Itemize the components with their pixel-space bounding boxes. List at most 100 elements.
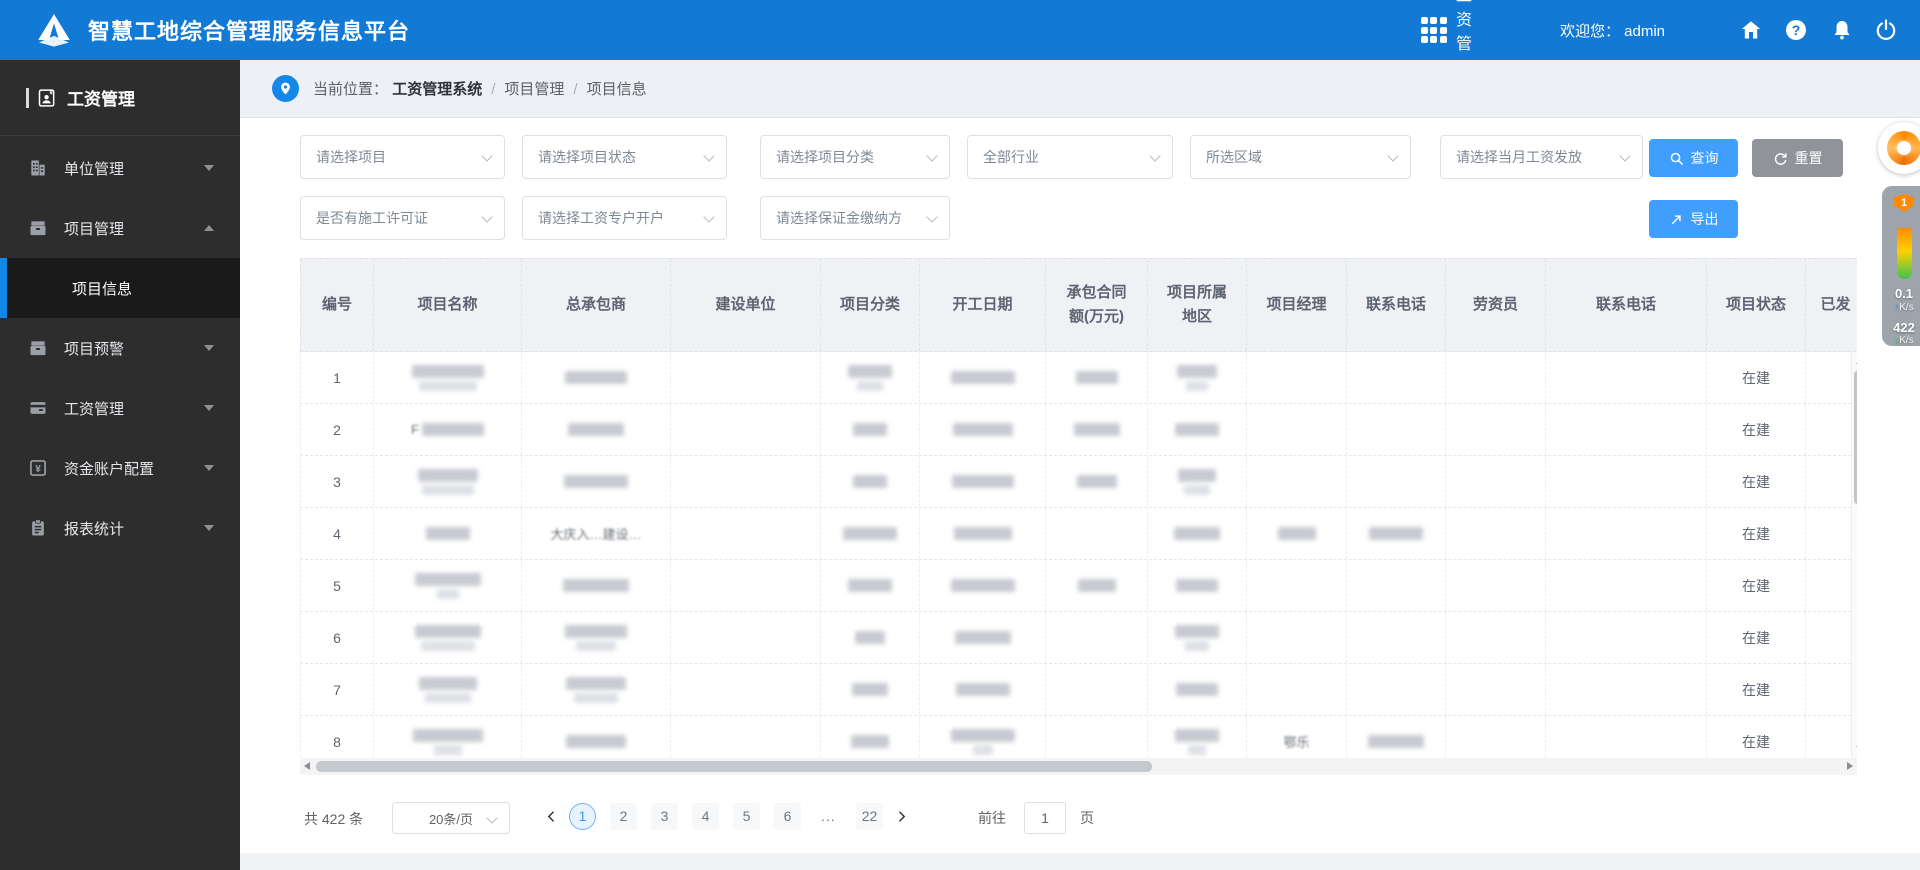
cell-contractor (522, 716, 671, 758)
cell-amount (1046, 508, 1148, 559)
sidebar-item-fund-account-config[interactable]: ¥ 资金账户配置 (0, 438, 240, 498)
chevron-down-icon (1619, 150, 1631, 162)
page-size-select[interactable]: 20条/页 (392, 802, 510, 834)
chevron-down-icon (1387, 150, 1399, 162)
export-button[interactable]: 导出 (1649, 200, 1738, 238)
search-button[interactable]: 查询 (1649, 139, 1738, 177)
page-button-6[interactable]: 6 (774, 802, 801, 830)
report-icon (28, 518, 48, 538)
cell-num: 2 (300, 404, 374, 455)
table-row[interactable]: 4 大庆入…建设… 在建 (300, 508, 1857, 560)
building-icon (28, 158, 48, 178)
vertical-scrollbar-thumb[interactable] (1854, 370, 1857, 505)
filter-select-construction-permit[interactable]: 是否有施工许可证 (300, 196, 505, 240)
page-button-3[interactable]: 3 (651, 802, 678, 830)
scroll-down-arrow-icon[interactable] (1855, 746, 1857, 752)
cell-manager (1247, 560, 1347, 611)
cell-name (374, 456, 522, 507)
table-header-row: 编号 项目名称 总承包商 建设单位 项目分类 开工日期 承包合同 额(万元) 项目所属 地区项… (300, 258, 1857, 352)
column-header-num: 编号 (300, 259, 374, 351)
scroll-right-arrow-icon[interactable] (1847, 762, 1853, 770)
chevron-down-icon (204, 525, 214, 531)
column-header-labor_officer: 劳资员 (1446, 259, 1546, 351)
sidebar-item-wage-mgmt[interactable]: 工资管理 (0, 378, 240, 438)
reset-button[interactable]: 重置 (1752, 139, 1843, 177)
cell-region (1148, 456, 1247, 507)
cell-amount (1046, 716, 1148, 758)
table-row[interactable]: 6 在建 (300, 612, 1857, 664)
home-icon[interactable] (1739, 18, 1763, 42)
collapse-bar-icon (26, 87, 29, 108)
page-button-22[interactable]: 22 (856, 802, 883, 830)
sidebar-item-unit-mgmt[interactable]: 单位管理 (0, 138, 240, 198)
cell-builder (671, 456, 821, 507)
horizontal-scrollbar[interactable] (300, 758, 1857, 775)
table-row[interactable]: 5 在建 (300, 560, 1857, 612)
sidebar-item-project-info[interactable]: 项目信息 (0, 258, 240, 318)
cell-name (374, 664, 522, 715)
help-icon[interactable]: ? (1784, 18, 1808, 42)
cell-manager_phone (1347, 404, 1446, 455)
cell-num: 4 (300, 508, 374, 559)
sidebar-item-project-mgmt[interactable]: 项目管理 (0, 198, 240, 258)
filter-select-wage-account-open[interactable]: 请选择工资专户开户 (522, 196, 727, 240)
project-box-icon (28, 218, 48, 238)
cell-num: 6 (300, 612, 374, 663)
page-button-2[interactable]: 2 (610, 802, 637, 830)
next-page-button[interactable] (890, 802, 912, 830)
cell-status: 在建 (1707, 404, 1806, 455)
cell-paid (1806, 456, 1857, 507)
breadcrumb: 当前位置： 工资管理系统 / 项目管理 / 项目信息 (313, 81, 647, 98)
shield-badge-icon: 1 (1894, 194, 1914, 213)
cell-manager_phone (1347, 352, 1446, 403)
table-row[interactable]: 7 在建 (300, 664, 1857, 716)
breadcrumb-item[interactable]: 项目管理 (504, 81, 564, 98)
table-row[interactable]: 2 F 在建 (300, 404, 1857, 456)
table-row[interactable]: 3 在建 (300, 456, 1857, 508)
scroll-up-arrow-icon[interactable] (1855, 358, 1857, 364)
filter-select-project-status[interactable]: 请选择项目状态 (522, 135, 727, 179)
cell-num: 3 (300, 456, 374, 507)
cell-manager (1247, 612, 1347, 663)
vertical-scrollbar[interactable] (1851, 352, 1857, 758)
cell-paid (1806, 664, 1857, 715)
horizontal-scrollbar-thumb[interactable] (316, 761, 1152, 772)
power-icon[interactable] (1874, 18, 1898, 42)
column-header-region: 项目所属 地区 (1148, 259, 1247, 351)
column-header-builder: 建设单位 (671, 259, 821, 351)
column-header-start_date: 开工日期 (920, 259, 1046, 351)
goto-page-input[interactable] (1024, 802, 1066, 834)
page-button-5[interactable]: 5 (733, 802, 760, 830)
page-button-4[interactable]: 4 (692, 802, 719, 830)
net-speed-widget[interactable]: 1 0.1 ↑K/s 422 ↓K/s (1882, 186, 1920, 346)
cell-amount (1046, 612, 1148, 663)
bell-icon[interactable] (1830, 18, 1854, 42)
cell-name (374, 508, 522, 559)
cell-start_date (920, 508, 1046, 559)
cell-paid (1806, 508, 1857, 559)
filter-select-month-wage-pay[interactable]: 请选择当月工资发放 (1440, 135, 1643, 179)
table-row[interactable]: 8 鄂乐 在建 (300, 716, 1857, 758)
filter-select-deposit-payer[interactable]: 请选择保证金缴纳方 (760, 196, 950, 240)
table-row[interactable]: 1 在建 (300, 352, 1857, 404)
scroll-left-arrow-icon[interactable] (304, 762, 310, 770)
alert-box-icon (28, 338, 48, 358)
filter-select-region[interactable]: 所选区域 (1190, 135, 1411, 179)
cell-status: 在建 (1707, 508, 1806, 559)
cell-labor_phone (1546, 404, 1707, 455)
sidebar-item-project-alert[interactable]: 项目预警 (0, 318, 240, 378)
top-navbar: 智慧工地综合管理服务信息平台 工资管理 欢迎您： admin ? (0, 0, 1920, 77)
sidebar-item-report-stats[interactable]: 报表统计 (0, 498, 240, 558)
cell-builder (671, 716, 821, 758)
page-button-1[interactable]: 1 (569, 802, 596, 830)
sidebar-header: ¥ 工资管理 (0, 60, 240, 136)
filter-select-industry[interactable]: 全部行业 (967, 135, 1173, 179)
cell-manager (1247, 404, 1347, 455)
cell-contractor (522, 456, 671, 507)
filter-select-project-category[interactable]: 请选择项目分类 (760, 135, 950, 179)
prev-page-button[interactable] (540, 802, 562, 830)
cell-labor_officer (1446, 716, 1546, 758)
cell-status: 在建 (1707, 716, 1806, 758)
filter-select-project[interactable]: 请选择项目 (300, 135, 505, 179)
breadcrumb-item[interactable]: 项目信息 (587, 81, 647, 98)
